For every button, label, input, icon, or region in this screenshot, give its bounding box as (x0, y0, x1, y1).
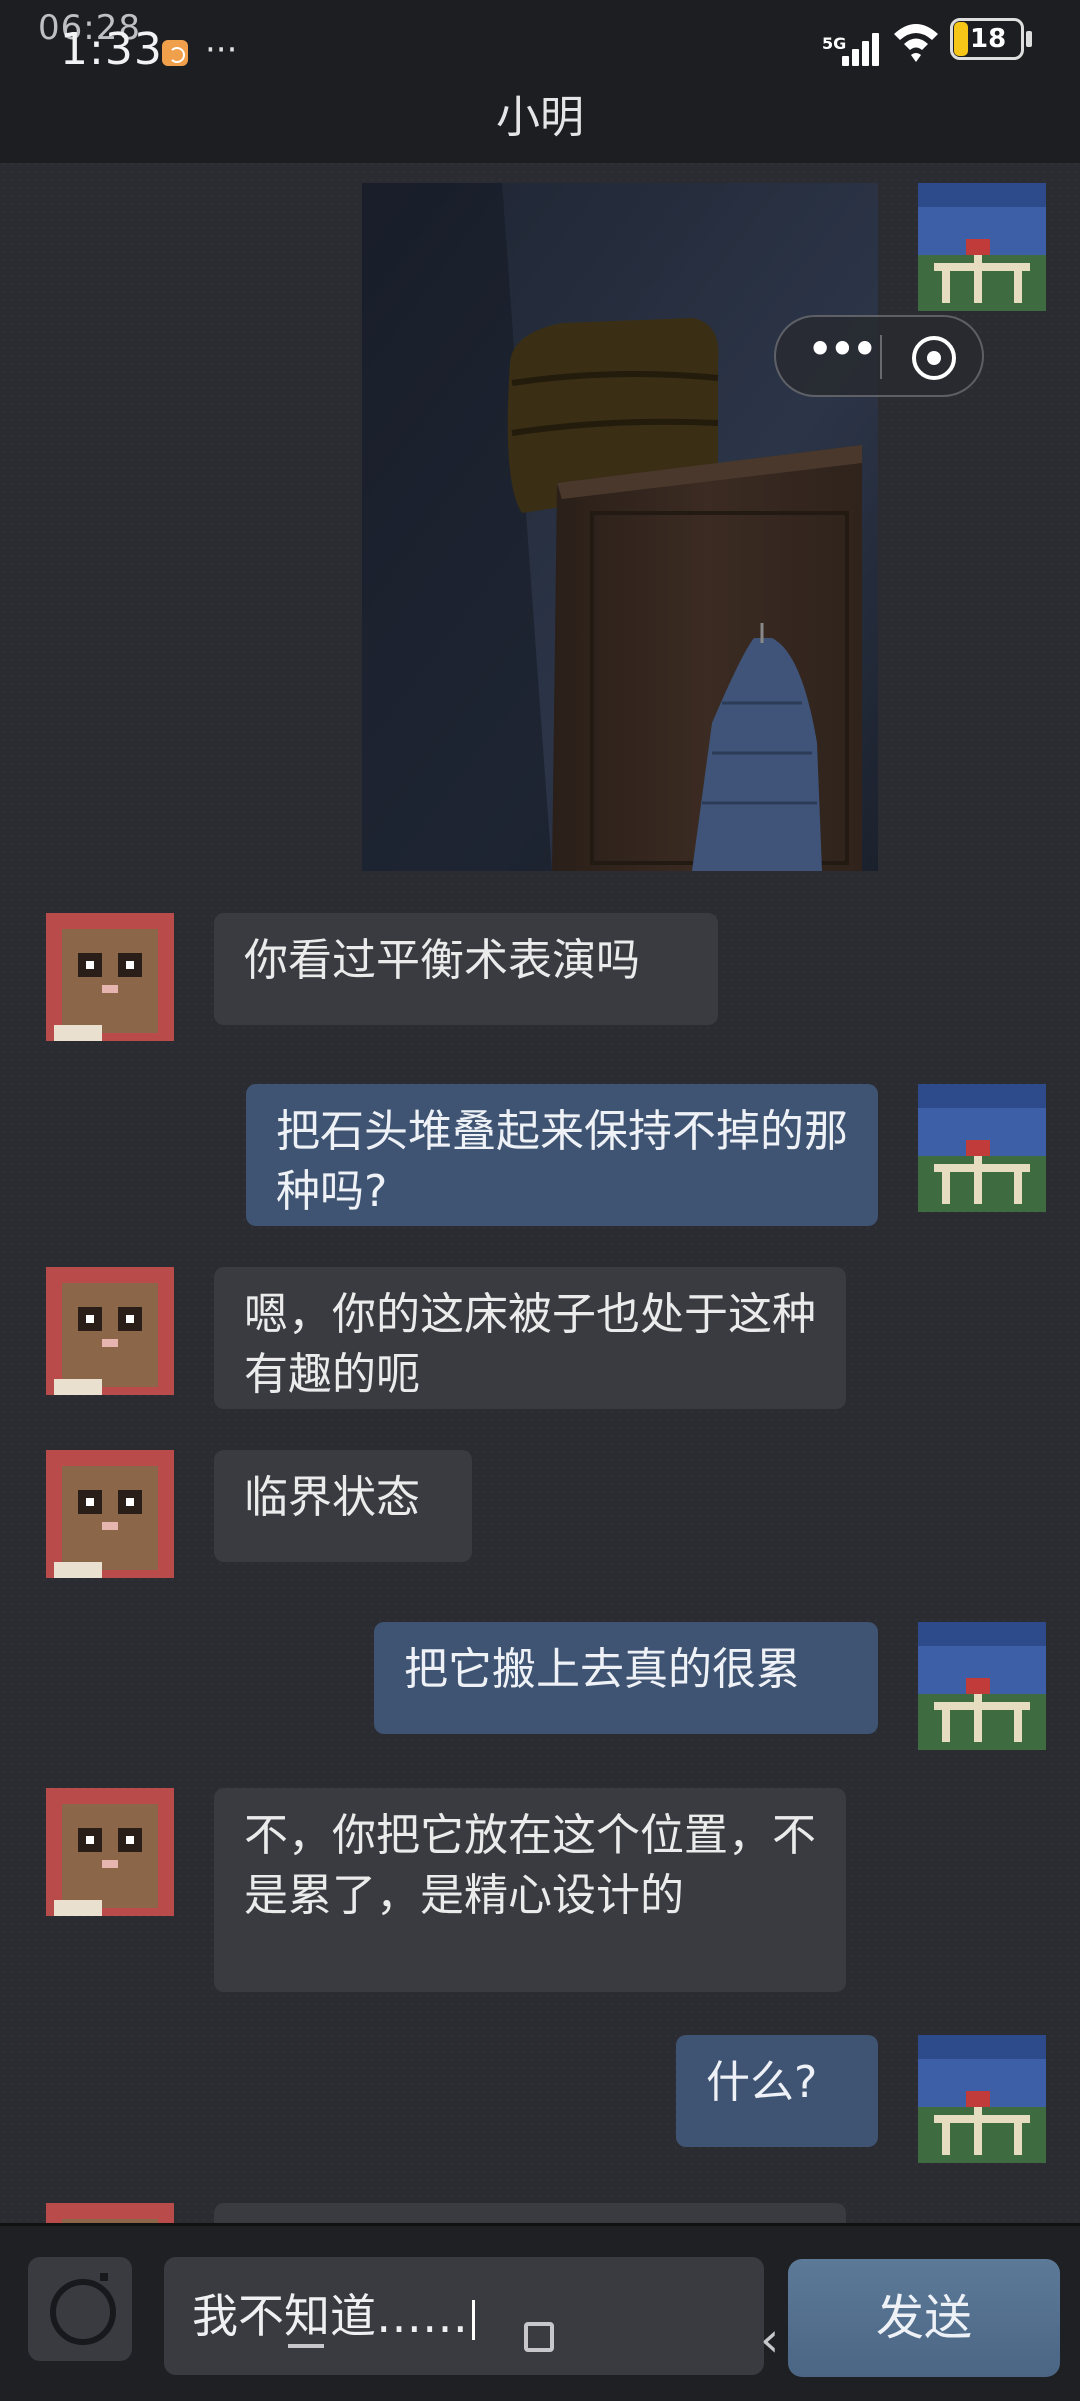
message-input-value: 我不知道…… (192, 2289, 468, 2343)
status-bar: 06:28 1:33 ··· 5G 18 (0, 0, 1080, 95)
send-button[interactable]: 发送 (788, 2259, 1060, 2377)
message-bubble[interactable]: 你看过平衡术表演吗 (214, 913, 718, 1025)
bedroom-photo (362, 183, 878, 871)
mini-program-capsule[interactable]: ••• (774, 315, 984, 397)
message-input[interactable]: 我不知道…… (164, 2257, 764, 2375)
message-text: 临界状态 (244, 1472, 420, 1523)
contact-avatar[interactable] (46, 1450, 174, 1578)
more-icon[interactable]: ••• (808, 327, 877, 371)
my-avatar[interactable] (918, 183, 1046, 311)
message-text: 把石头堆叠起来保持不掉的那种吗? (276, 1106, 848, 1217)
chat-header: 小明 (0, 95, 1080, 163)
photo-message[interactable] (362, 183, 878, 871)
contact-avatar[interactable] (46, 1788, 174, 1916)
notification-app-icon (162, 40, 188, 66)
message-bubble-partial[interactable] (214, 2203, 846, 2223)
message-bubble[interactable]: 嗯，你的这床被子也处于这种有趣的呃 (214, 1267, 846, 1409)
message-bubble[interactable]: 临界状态 (214, 1450, 472, 1562)
close-target-icon[interactable] (912, 336, 956, 380)
my-avatar[interactable] (918, 1084, 1046, 1212)
text-caret (472, 2299, 475, 2340)
nav-menu-icon[interactable] (288, 2344, 324, 2348)
message-bubble[interactable]: 把石头堆叠起来保持不掉的那种吗? (246, 1084, 878, 1226)
message-list[interactable]: ••• 你看过平衡术表演吗 把石头堆叠起来保持不掉的那种吗? 嗯，你的这床被子也… (0, 163, 1080, 2223)
camera-button[interactable] (28, 2257, 132, 2361)
message-bubble[interactable]: 把它搬上去真的很累 (374, 1622, 878, 1734)
message-text: 把它搬上去真的很累 (404, 1644, 800, 1695)
message-text: 嗯，你的这床被子也处于这种有趣的呃 (244, 1289, 816, 1400)
wifi-icon (894, 24, 938, 62)
contact-avatar[interactable] (46, 913, 174, 1041)
message-bubble[interactable]: 什么? (676, 2035, 878, 2147)
signal-icon (842, 30, 882, 66)
status-time: 1:33 (60, 24, 163, 75)
message-text: 你看过平衡术表演吗 (244, 935, 640, 986)
more-notifications-icon: ··· (205, 30, 238, 70)
nav-home-icon[interactable] (524, 2322, 554, 2352)
camera-icon (50, 2279, 116, 2345)
my-avatar[interactable] (918, 2035, 1046, 2163)
message-text: 什么? (706, 2057, 818, 2108)
message-text: 不，你把它放在这个位置，不是累了，是精心设计的 (244, 1810, 816, 1921)
battery-level: 18 (970, 24, 1007, 54)
contact-name: 小明 (496, 92, 584, 143)
message-bubble[interactable]: 不，你把它放在这个位置，不是累了，是精心设计的 (214, 1788, 846, 1992)
contact-avatar[interactable] (46, 2203, 174, 2223)
contact-avatar[interactable] (46, 1267, 174, 1395)
my-avatar[interactable] (918, 1622, 1046, 1750)
input-bar: 我不知道…… 发送 (0, 2223, 1080, 2401)
battery-icon: 18 (950, 18, 1036, 66)
nav-back-icon[interactable]: ‹ (760, 2312, 779, 2368)
